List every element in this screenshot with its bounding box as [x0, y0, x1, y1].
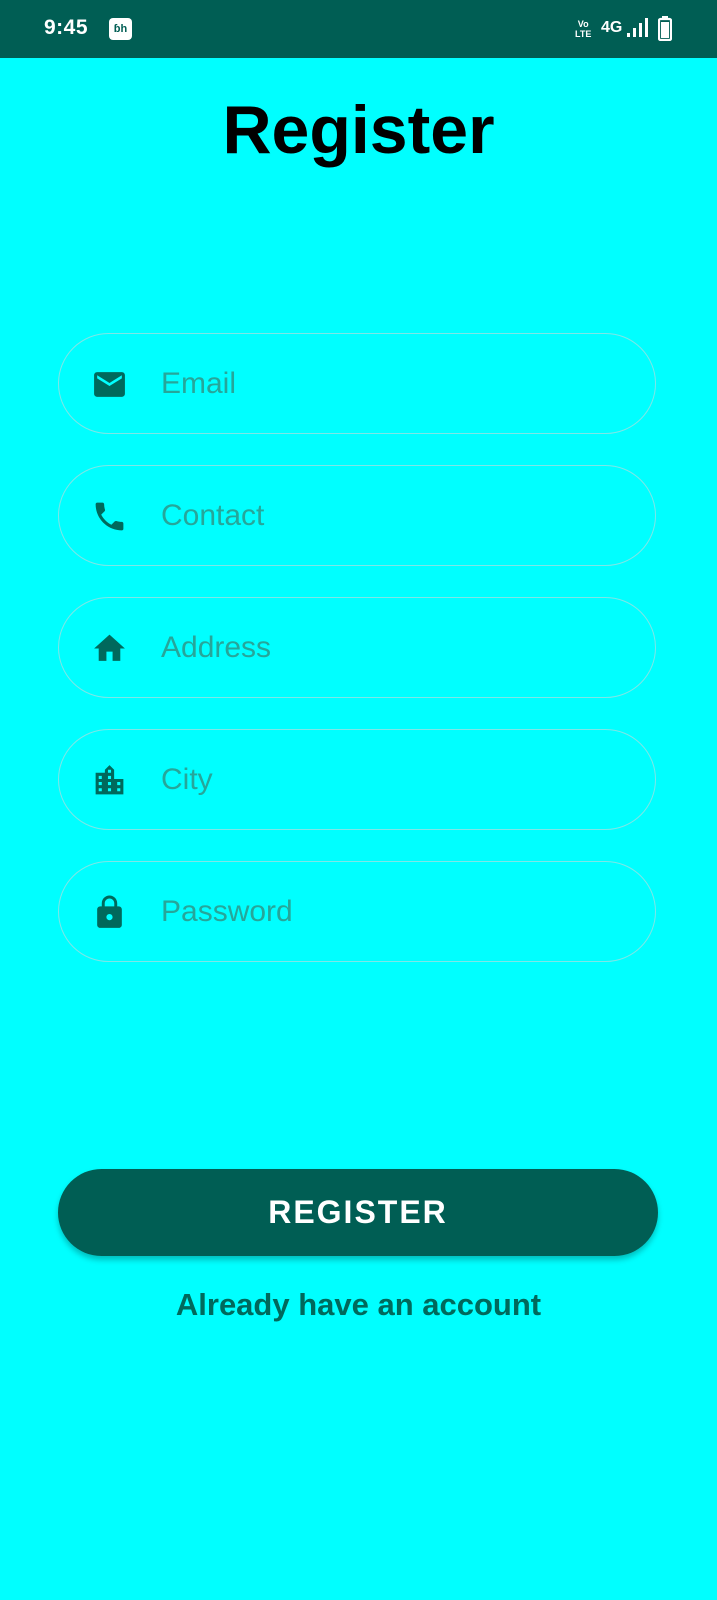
notification-app-icon: ɓh: [109, 18, 132, 40]
email-icon: [94, 372, 125, 397]
signal-icon: [627, 18, 648, 37]
contact-field[interactable]: [58, 465, 656, 566]
password-field[interactable]: [58, 861, 656, 962]
email-field[interactable]: [58, 333, 656, 434]
home-icon: [94, 634, 125, 661]
city-field[interactable]: [58, 729, 656, 830]
contact-input[interactable]: [161, 466, 631, 565]
status-bar: 9:45 ɓh Vo LTE 4G: [0, 0, 717, 58]
address-input[interactable]: [161, 598, 631, 697]
city-input[interactable]: [161, 730, 631, 829]
phone-icon: [95, 502, 124, 531]
email-input[interactable]: [161, 334, 631, 433]
city-icon: [95, 765, 124, 795]
register-button[interactable]: REGISTER: [58, 1169, 658, 1256]
volte-label: Vo: [577, 19, 589, 29]
lte-label: LTE: [575, 29, 592, 39]
lock-icon: [97, 895, 122, 928]
volte-icon: Vo LTE: [575, 19, 591, 39]
status-time: 9:45: [44, 16, 89, 39]
already-have-account-link[interactable]: Already have an account: [0, 1287, 717, 1323]
address-field[interactable]: [58, 597, 656, 698]
battery-icon: [658, 16, 672, 41]
page-title: Register: [222, 92, 495, 168]
password-input[interactable]: [161, 862, 631, 961]
network-type: 4G: [601, 19, 623, 36]
